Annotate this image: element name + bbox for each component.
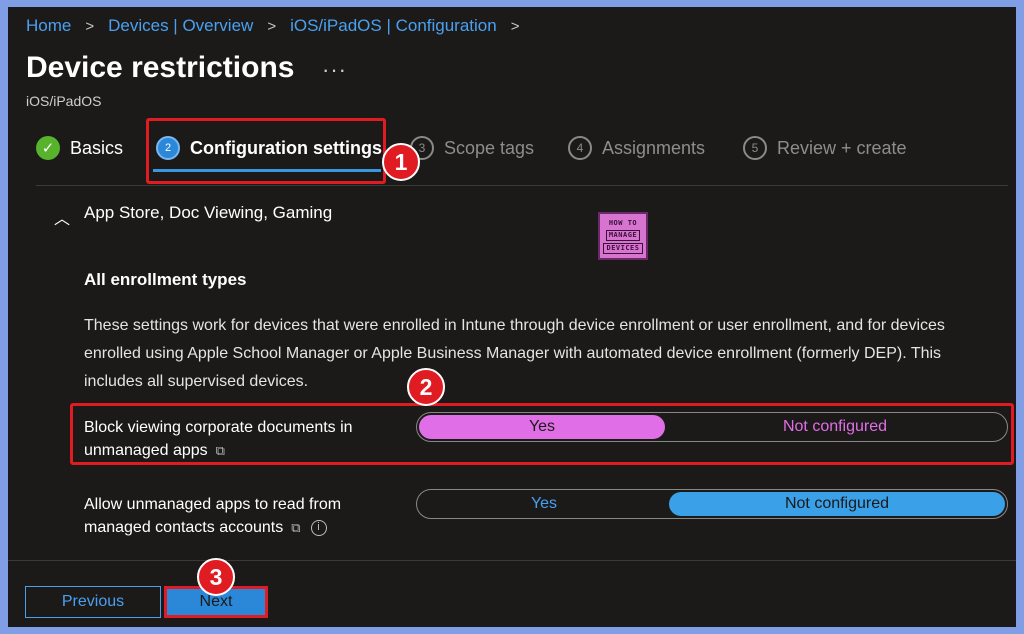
annotation-badge-3: 3 (197, 558, 235, 596)
chevron-right-icon: > (85, 17, 95, 35)
logo-text: MANAGE (605, 229, 641, 241)
tab-assignments[interactable]: 4 Assignments (568, 133, 705, 163)
tab-label: Review + create (777, 137, 907, 158)
copy-icon[interactable]: ⧉ (216, 439, 225, 462)
info-icon[interactable]: i (310, 519, 327, 536)
block-viewing-toggle[interactable]: Yes Not configured (416, 412, 1008, 442)
tab-label: Basics (70, 137, 124, 158)
tab-review-create[interactable]: 5 Review + create (743, 133, 907, 163)
checkmark-icon: ✓ (36, 136, 60, 160)
breadcrumb-devices-overview[interactable]: Devices | Overview (108, 16, 253, 36)
copy-icon[interactable]: ⧉ (291, 516, 300, 539)
setting-label-text: Allow unmanaged apps to read from manage… (84, 496, 342, 536)
more-options-button[interactable]: ··· (322, 57, 347, 83)
toggle-option-not-configured[interactable]: Not configured (665, 415, 1005, 439)
chevron-right-icon: > (267, 17, 277, 35)
previous-button[interactable]: Previous (25, 586, 161, 618)
how-to-manage-devices-logo: HOW TO MANAGE DEVICES (598, 212, 648, 260)
toggle-option-yes[interactable]: Yes (419, 415, 665, 439)
breadcrumb: Home > Devices | Overview > iOS/iPadOS |… (26, 15, 519, 37)
annotation-badge-1: 1 (382, 143, 420, 181)
app-window: Home > Devices | Overview > iOS/iPadOS |… (8, 7, 1016, 627)
chevron-right-icon: > (510, 17, 520, 35)
annotation-box-1 (146, 118, 386, 184)
toggle-option-yes[interactable]: Yes (419, 492, 669, 516)
annotation-badge-2: 2 (407, 368, 445, 406)
page-subtitle: iOS/iPadOS (26, 93, 102, 109)
logo-text: DEVICES (603, 242, 643, 254)
page-title: Device restrictions (26, 51, 295, 84)
tab-divider (36, 185, 1008, 186)
setting-label-block-viewing: Block viewing corporate documents in unm… (84, 416, 394, 462)
breadcrumb-home[interactable]: Home (26, 16, 71, 36)
chevron-up-icon[interactable]: ︿ (54, 205, 70, 229)
tab-label: Scope tags (444, 137, 535, 158)
section-title[interactable]: App Store, Doc Viewing, Gaming (84, 203, 332, 223)
footer-divider (8, 560, 1016, 561)
allow-unmanaged-toggle[interactable]: Yes Not configured (416, 489, 1008, 519)
tab-scope-tags[interactable]: 3 Scope tags (410, 133, 534, 163)
breadcrumb-ios-configuration[interactable]: iOS/iPadOS | Configuration (290, 16, 497, 36)
logo-text: HOW TO (608, 218, 638, 227)
enrollment-heading: All enrollment types (84, 270, 247, 289)
step-number-icon: 4 (568, 136, 592, 160)
step-number-icon: 5 (743, 136, 767, 160)
enrollment-description: These settings work for devices that wer… (84, 317, 945, 390)
tab-label: Assignments (602, 137, 706, 158)
toggle-option-not-configured[interactable]: Not configured (669, 492, 1005, 516)
tab-basics[interactable]: ✓ Basics (36, 133, 123, 163)
setting-label-allow-unmanaged: Allow unmanaged apps to read from manage… (84, 493, 394, 539)
